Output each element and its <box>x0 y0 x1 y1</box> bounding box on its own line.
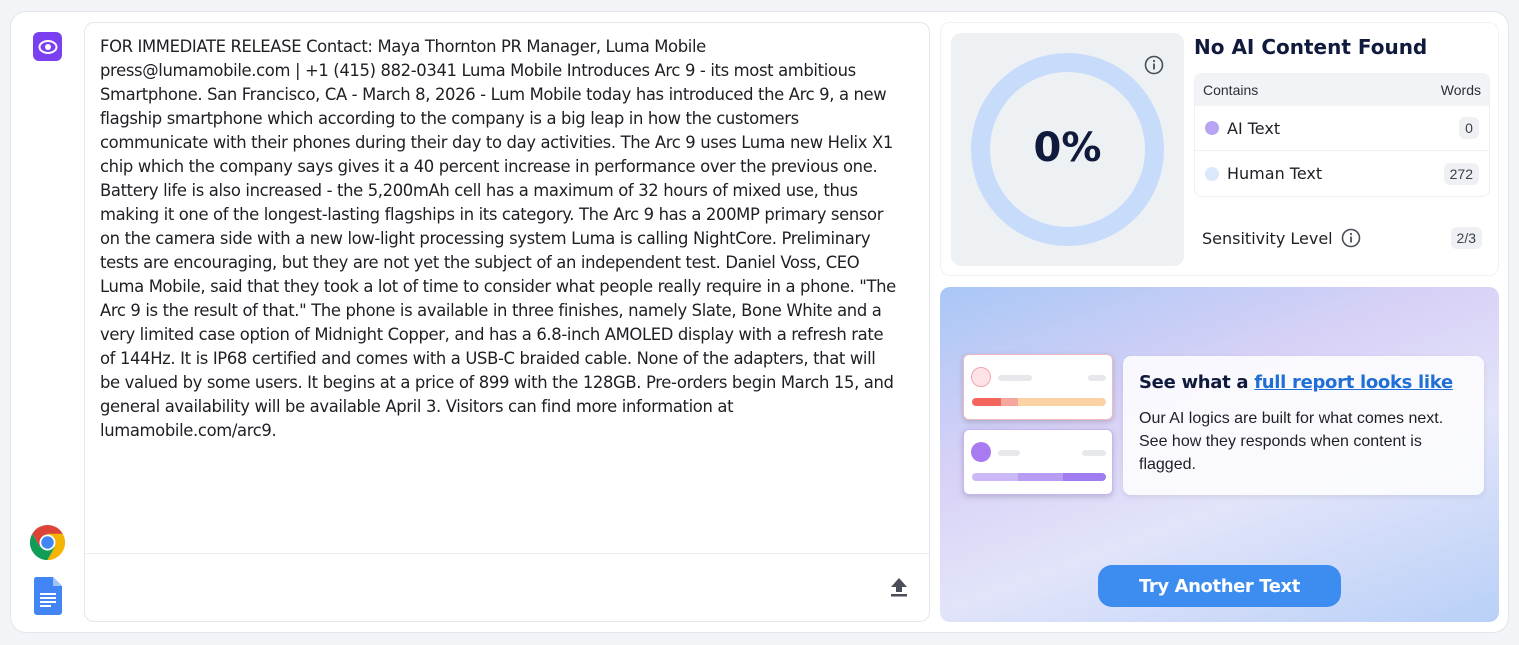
eye-icon[interactable] <box>33 32 62 61</box>
result-card: 0% No AI Content Found Contains Words AI… <box>940 22 1499 276</box>
preview-bar <box>972 398 1106 406</box>
promo-description: Our AI logics are built for what comes n… <box>1139 410 1444 473</box>
ai-text-label: AI Text <box>1227 118 1281 138</box>
sensitivity-level[interactable]: Sensitivity Level 2/3 <box>1194 223 1490 253</box>
promo-heading-prefix: See what a <box>1139 372 1255 393</box>
full-report-promo: See what a full report looks like Our AI… <box>940 287 1499 622</box>
info-icon[interactable] <box>1144 55 1164 75</box>
google-docs-icon[interactable] <box>33 577 62 615</box>
preview-line <box>998 450 1020 456</box>
preview-line <box>1088 375 1106 381</box>
text-panel-footer <box>85 553 929 621</box>
report-preview-card-human <box>963 354 1113 420</box>
upload-icon[interactable] <box>887 574 911 600</box>
promo-text-box: See what a full report looks like Our AI… <box>1123 356 1484 495</box>
result-title: No AI Content Found <box>1194 35 1428 59</box>
ai-score-gauge: 0% <box>951 33 1184 266</box>
content-breakdown-table: Contains Words AI Text 0 Human Text 272 <box>1194 73 1490 197</box>
sensitivity-value[interactable]: 2/3 <box>1450 227 1482 249</box>
table-row-human: Human Text 272 <box>1195 151 1489 196</box>
human-text-label: Human Text <box>1227 164 1323 183</box>
info-icon[interactable] <box>1341 228 1361 248</box>
preview-line <box>998 375 1032 381</box>
human-text-dot <box>1205 166 1219 181</box>
table-header: Contains Words <box>1195 74 1489 106</box>
words-header: Words <box>1440 82 1481 98</box>
ai-text-count: 0 <box>1459 117 1479 139</box>
sparkle-icon <box>971 442 991 462</box>
text-input-panel[interactable]: FOR IMMEDIATE RELEASE Contact: Maya Thor… <box>84 22 930 622</box>
preview-line <box>1082 450 1106 456</box>
ai-text-dot <box>1205 121 1219 135</box>
human-text-count: 272 <box>1443 162 1479 185</box>
chrome-icon[interactable] <box>28 523 67 562</box>
table-row-ai: AI Text 0 <box>1195 106 1489 151</box>
input-text[interactable]: FOR IMMEDIATE RELEASE Contact: Maya Thor… <box>100 35 900 443</box>
promo-heading: See what a full report looks like <box>1139 372 1468 393</box>
sensitivity-label: Sensitivity Level <box>1202 228 1333 248</box>
preview-bar <box>972 473 1106 481</box>
ai-percentage: 0% <box>1033 125 1102 171</box>
full-report-link[interactable]: full report looks like <box>1254 372 1453 393</box>
try-another-text-button[interactable]: Try Another Text <box>1098 565 1341 607</box>
report-preview-card-ai <box>963 429 1113 495</box>
fingerprint-icon <box>971 367 991 387</box>
contains-header: Contains <box>1203 82 1259 98</box>
